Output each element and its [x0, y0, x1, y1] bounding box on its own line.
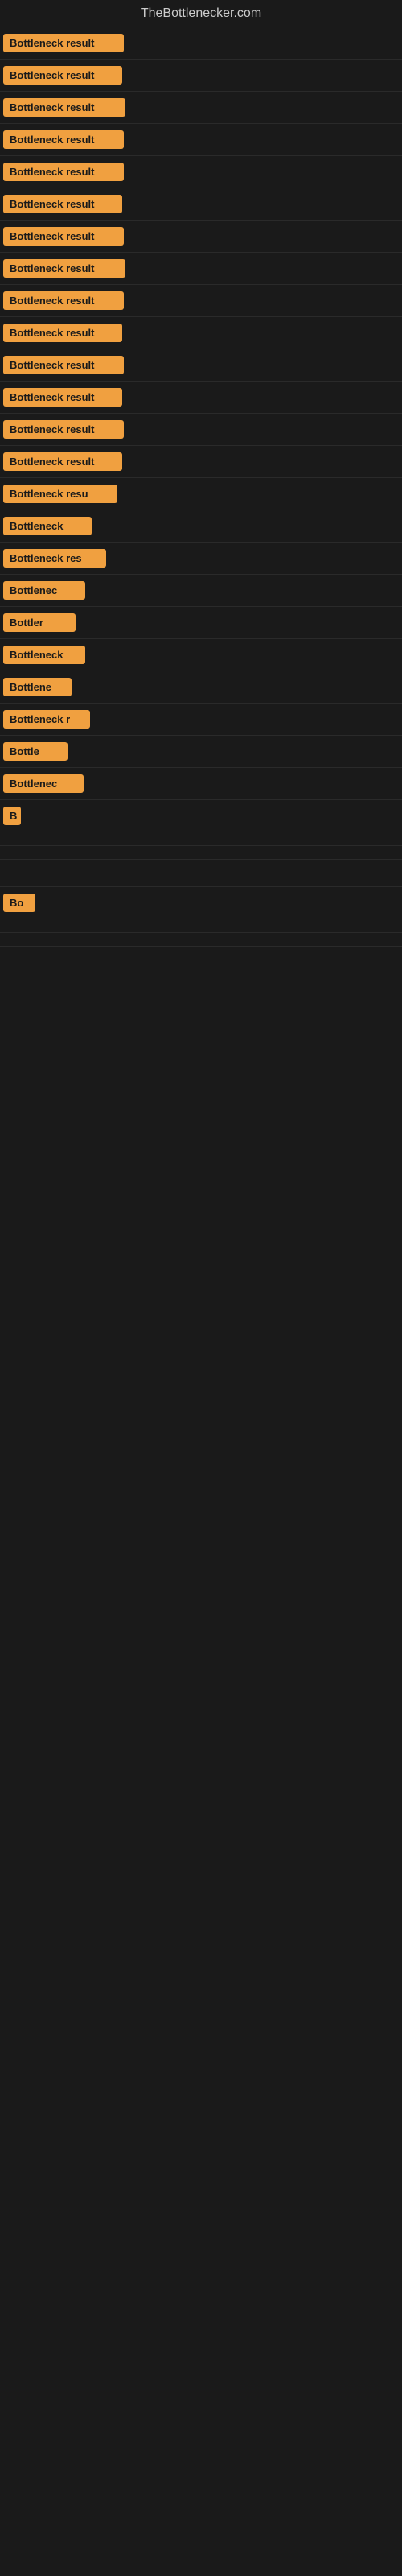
bottleneck-badge[interactable]: Bottleneck r	[3, 710, 90, 729]
list-item: Bottleneck resu	[0, 478, 402, 510]
list-item: Bottleneck r	[0, 704, 402, 736]
bottleneck-badge[interactable]: Bottleneck result	[3, 388, 122, 407]
list-item: B	[0, 800, 402, 832]
bottleneck-badge[interactable]: Bottler	[3, 613, 76, 632]
bottleneck-badge[interactable]: Bottleneck result	[3, 452, 122, 471]
list-item: Bottleneck result	[0, 285, 402, 317]
list-item: Bottleneck result	[0, 92, 402, 124]
list-item: Bottleneck result	[0, 382, 402, 414]
list-item: Bottleneck result	[0, 60, 402, 92]
site-title: TheBottlenecker.com	[0, 0, 402, 27]
bottleneck-badge[interactable]: B	[3, 807, 21, 825]
list-item: Bottlenec	[0, 768, 402, 800]
site-title-text: TheBottlenecker.com	[141, 6, 261, 20]
bottleneck-badge[interactable]: Bottle	[3, 742, 68, 761]
bottleneck-badge[interactable]: Bottleneck result	[3, 420, 124, 439]
bottleneck-badge[interactable]: Bottleneck result	[3, 34, 124, 52]
bottleneck-badge[interactable]: Bottleneck result	[3, 259, 125, 278]
list-item: Bottleneck res	[0, 543, 402, 575]
list-item	[0, 846, 402, 860]
bottleneck-badge[interactable]: Bo	[3, 894, 35, 912]
bottleneck-badge[interactable]: Bottleneck result	[3, 195, 122, 213]
list-item	[0, 919, 402, 933]
list-item: Bottleneck result	[0, 349, 402, 382]
bottleneck-badge[interactable]: Bottleneck resu	[3, 485, 117, 503]
bottleneck-badge[interactable]: Bottlene	[3, 678, 72, 696]
list-item	[0, 860, 402, 873]
list-item: Bottleneck	[0, 639, 402, 671]
bottleneck-badge[interactable]: Bottlenec	[3, 774, 84, 793]
list-item: Bottleneck result	[0, 156, 402, 188]
list-item: Bottleneck result	[0, 27, 402, 60]
list-item: Bottleneck result	[0, 188, 402, 221]
bottleneck-badge[interactable]: Bottleneck result	[3, 98, 125, 117]
list-item: Bottleneck result	[0, 221, 402, 253]
list-item	[0, 947, 402, 960]
bottleneck-badge[interactable]: Bottleneck result	[3, 324, 122, 342]
rows-container: Bottleneck result Bottleneck result Bottle…	[0, 27, 402, 960]
list-item: Bottler	[0, 607, 402, 639]
list-item: Bottleneck result	[0, 124, 402, 156]
bottleneck-badge[interactable]: Bottleneck result	[3, 163, 124, 181]
bottleneck-badge[interactable]: Bottleneck result	[3, 227, 124, 246]
list-item: Bottle	[0, 736, 402, 768]
list-item: Bottlene	[0, 671, 402, 704]
bottleneck-badge[interactable]: Bottleneck	[3, 646, 85, 664]
list-item: Bottleneck	[0, 510, 402, 543]
bottleneck-badge[interactable]: Bottleneck result	[3, 291, 124, 310]
bottleneck-badge[interactable]: Bottleneck result	[3, 356, 124, 374]
bottleneck-badge[interactable]: Bottleneck	[3, 517, 92, 535]
list-item: Bo	[0, 887, 402, 919]
list-item: Bottlenec	[0, 575, 402, 607]
list-item: Bottleneck result	[0, 253, 402, 285]
bottleneck-badge[interactable]: Bottleneck result	[3, 66, 122, 85]
list-item	[0, 832, 402, 846]
list-item	[0, 933, 402, 947]
bottleneck-badge[interactable]: Bottleneck result	[3, 130, 124, 149]
list-item: Bottleneck result	[0, 446, 402, 478]
bottleneck-badge[interactable]: Bottleneck res	[3, 549, 106, 568]
list-item: Bottleneck result	[0, 414, 402, 446]
list-item: Bottleneck result	[0, 317, 402, 349]
bottleneck-badge[interactable]: Bottlenec	[3, 581, 85, 600]
list-item	[0, 873, 402, 887]
